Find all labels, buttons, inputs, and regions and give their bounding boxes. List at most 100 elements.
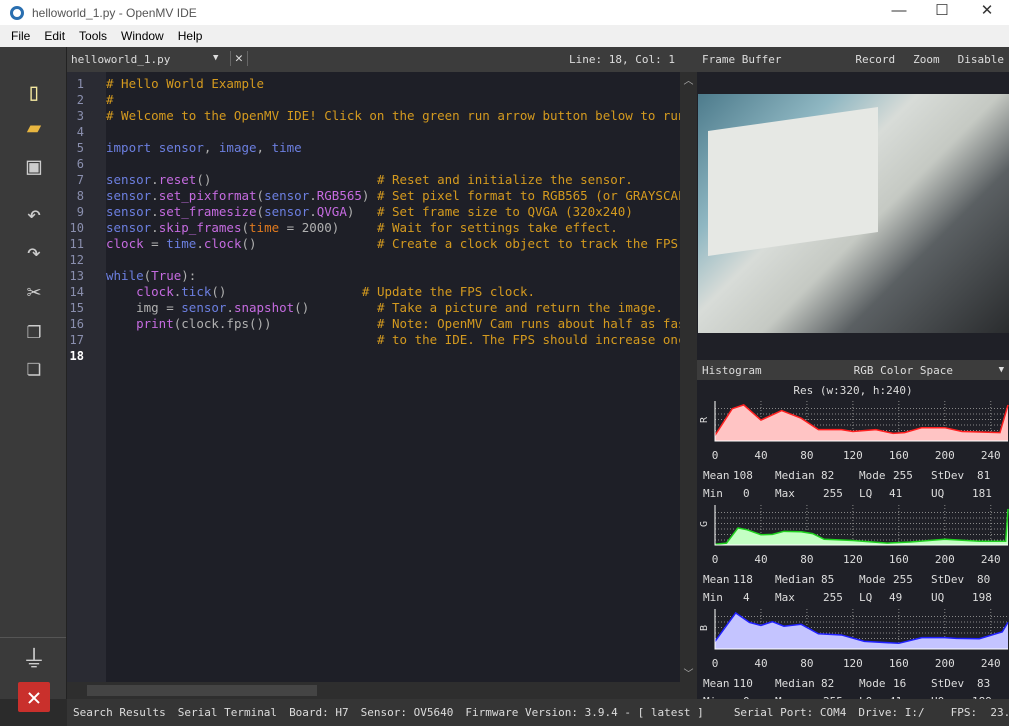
code-token: () — [241, 236, 377, 251]
code-token: ) — [346, 204, 377, 219]
tab-dropdown-icon[interactable]: ▼ — [213, 53, 218, 63]
code-editor[interactable]: # Hello World Example # # Welcome to the O… — [106, 72, 680, 682]
paste-icon[interactable]: ❏ — [18, 352, 50, 382]
menu-bar: File Edit Tools Window Help — [0, 25, 1009, 47]
code-line: clock = time.clock() # Create a clock ob… — [106, 236, 680, 252]
code-token: # to the IDE. The FPS should increase on… — [376, 332, 680, 347]
stat-name: Mode — [859, 469, 886, 482]
code-token: # Hello World Example — [106, 76, 265, 91]
stat-value: 108 — [733, 469, 753, 482]
code-token: while — [106, 268, 144, 283]
code-token: . — [151, 172, 159, 187]
resolution-label: Res (w:320, h:240) — [793, 384, 913, 397]
code-token: clock — [106, 236, 144, 251]
code-line: img = sensor.snapshot() # Take a picture… — [106, 300, 680, 316]
copy-icon[interactable]: ❐ — [18, 315, 50, 345]
serial-terminal-tab[interactable]: Serial Terminal — [178, 706, 277, 719]
tick-label: 80 — [800, 657, 814, 670]
tick-label: 40 — [754, 553, 768, 566]
horizontal-scrollbar[interactable] — [67, 682, 697, 699]
code-token: reset — [158, 172, 197, 187]
code-token: , — [256, 140, 272, 155]
search-results-tab[interactable]: Search Results — [73, 706, 166, 719]
code-token: # Wait for settings take effect. — [376, 220, 618, 235]
code-token: . — [196, 236, 204, 251]
undo-icon[interactable]: ↶ — [18, 199, 50, 229]
menu-edit[interactable]: Edit — [37, 29, 72, 43]
code-line: # — [106, 92, 680, 108]
vertical-scrollbar[interactable]: ︿ ﹀ — [680, 72, 697, 682]
code-token: QVGA — [316, 204, 347, 219]
code-token: clock — [136, 284, 174, 299]
code-line: import sensor, image, time — [106, 140, 680, 156]
stat-value: 0 — [743, 487, 750, 500]
line-number: 15 — [69, 301, 84, 315]
menu-help[interactable]: Help — [171, 29, 210, 43]
file-tab[interactable]: helloworld_1.py — [71, 53, 170, 66]
stat-value: 81 — [977, 469, 991, 482]
minimize-button[interactable]: — — [877, 0, 921, 25]
code-line: # Welcome to the OpenMV IDE! Click on th… — [106, 108, 680, 124]
record-button[interactable]: Record — [855, 53, 895, 66]
code-token: , — [203, 140, 219, 155]
line-number: 12 — [69, 253, 84, 267]
connect-icon[interactable]: ⏚ — [18, 644, 50, 674]
code-line: sensor.set_pixformat(sensor.RGB565) # Se… — [106, 188, 680, 204]
code-token: # Reset and initialize the sensor. — [376, 172, 633, 187]
code-token: sensor — [106, 188, 152, 203]
cut-icon[interactable]: ✂ — [18, 277, 50, 307]
drive-label: Drive: I:/ — [858, 706, 925, 719]
menu-tools[interactable]: Tools — [72, 29, 114, 43]
code-token: time — [249, 220, 280, 235]
redo-icon[interactable]: ↷ — [18, 237, 50, 267]
code-token: set_framesize — [158, 204, 257, 219]
close-button[interactable]: ✕ — [965, 0, 1009, 25]
line-number: 14 — [69, 285, 84, 299]
histogram-b: B 0 40 80 120 160 200 240 Mean 110 Median 82 Mode 16 S… — [697, 607, 1009, 711]
stat-name: Median — [775, 469, 815, 482]
firmware-version[interactable]: Firmware Version: 3.9.4 - [ latest ] — [465, 706, 703, 719]
histogram-header: Histogram RGB Color Space ▼ — [697, 360, 1009, 380]
menu-file[interactable]: File — [4, 29, 37, 43]
stats-row: Min 4 Max 255 LQ 49 UQ 198 — [697, 589, 1009, 607]
maximize-button[interactable]: ☐ — [920, 0, 964, 25]
code-token: () — [294, 300, 377, 315]
code-token: ( — [256, 188, 265, 203]
stat-name: UQ — [931, 591, 945, 604]
line-number: 7 — [76, 173, 84, 187]
tick-label: 160 — [888, 657, 909, 670]
open-folder-icon[interactable]: ▰ — [18, 112, 50, 142]
menu-window[interactable]: Window — [114, 29, 171, 43]
close-tab-icon[interactable]: ✕ — [230, 51, 248, 66]
code-line: # Hello World Example — [106, 76, 680, 92]
code-line: while(True): — [106, 268, 680, 284]
stat-name: LQ — [859, 591, 873, 604]
tick-label: 0 — [711, 553, 719, 566]
openmv-logo-icon — [10, 5, 24, 20]
code-token: # — [106, 92, 114, 107]
line-number: 5 — [76, 141, 84, 155]
stat-name: Mode — [859, 573, 886, 586]
stat-name: UQ — [931, 487, 945, 500]
code-token: # Create a clock object to track the FPS… — [376, 236, 680, 251]
stat-value: 82 — [821, 677, 835, 690]
colorspace-select[interactable]: RGB Color Space — [854, 364, 953, 377]
colorspace-dropdown-icon[interactable]: ▼ — [999, 365, 1004, 375]
tick-label: 0 — [711, 449, 719, 462]
stat-name: Mean — [703, 677, 730, 690]
code-line: sensor.reset() # Reset and initialize th… — [106, 172, 680, 188]
stat-name: Median — [775, 677, 815, 690]
disable-button[interactable]: Disable — [958, 53, 1004, 66]
new-file-icon[interactable]: ▯ — [18, 77, 50, 107]
stop-icon[interactable]: ✕ — [18, 682, 50, 712]
code-token: = 2000) — [279, 220, 377, 235]
zoom-button[interactable]: Zoom — [913, 53, 940, 66]
fps-label: FPS: 23.3 — [950, 706, 1009, 719]
cursor-position: Line: 18, Col: 1 — [569, 53, 675, 66]
tick-label: 120 — [842, 657, 863, 670]
code-token: # Update the FPS clock. — [361, 284, 535, 299]
save-icon[interactable]: ▣ — [18, 151, 50, 181]
